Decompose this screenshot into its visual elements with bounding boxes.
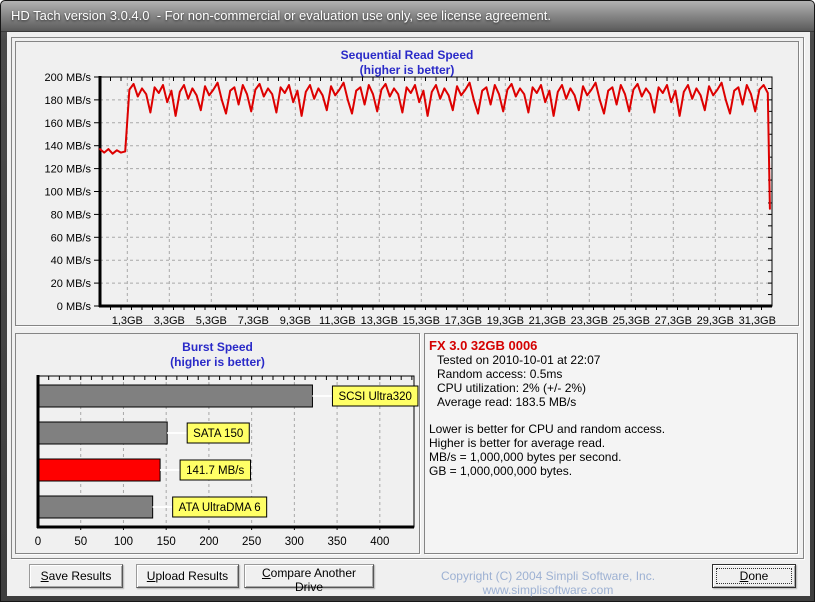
burst-chart-title: Burst Speed <box>16 340 419 354</box>
svg-text:7,3GB: 7,3GB <box>238 315 269 326</box>
note-line: Lower is better for CPU and random acces… <box>425 422 797 436</box>
sequential-read-panel: Sequential Read Speed (higher is better)… <box>15 41 799 326</box>
burst-chart-subtitle: (higher is better) <box>16 355 419 369</box>
svg-text:5,3GB: 5,3GB <box>196 315 227 326</box>
sequential-read-chart: 200 MB/s 180 MB/s 160 MB/s 140 MB/s 120 MB/s… <box>16 75 798 325</box>
note-line: GB = 1,000,000,000 bytes. <box>425 464 797 478</box>
svg-text:0 MB/s: 0 MB/s <box>57 301 92 313</box>
svg-text:250: 250 <box>242 536 261 548</box>
results-panel: FX 3.0 32GB 0006 Tested on 2010-10-01 at… <box>424 333 798 554</box>
svg-text:SATA 150: SATA 150 <box>193 428 243 440</box>
note-line: Higher is better for average read. <box>425 436 797 450</box>
svg-text:15,3GB: 15,3GB <box>403 315 440 326</box>
burst-speed-chart: SCSI Ultra320 SATA 150 141.7 MB/s ATA Ultra… <box>16 374 419 551</box>
svg-text:25,3GB: 25,3GB <box>613 315 650 326</box>
svg-text:400: 400 <box>370 536 389 548</box>
svg-text:17,3GB: 17,3GB <box>445 315 482 326</box>
result-average-read: Average read: 183.5 MB/s <box>425 395 797 409</box>
svg-text:141.7 MB/s: 141.7 MB/s <box>186 465 244 477</box>
svg-text:23,3GB: 23,3GB <box>571 315 608 326</box>
svg-text:300: 300 <box>285 536 304 548</box>
svg-text:350: 350 <box>327 536 346 548</box>
note-line: MB/s = 1,000,000 bytes per second. <box>425 450 797 464</box>
svg-text:60 MB/s: 60 MB/s <box>51 232 92 244</box>
svg-text:120 MB/s: 120 MB/s <box>45 164 92 176</box>
svg-text:ATA UltraDMA 6: ATA UltraDMA 6 <box>179 502 261 514</box>
svg-text:100: 100 <box>114 536 133 548</box>
svg-text:20 MB/s: 20 MB/s <box>51 278 92 290</box>
svg-text:180 MB/s: 180 MB/s <box>45 95 92 107</box>
svg-text:3,3GB: 3,3GB <box>154 315 185 326</box>
window-title: HD Tach version 3.0.4.0 - For non-commer… <box>11 8 551 23</box>
svg-text:11,3GB: 11,3GB <box>319 315 356 326</box>
svg-text:0: 0 <box>35 536 41 548</box>
done-button[interactable]: Done <box>712 564 796 588</box>
svg-text:100 MB/s: 100 MB/s <box>45 187 92 199</box>
seq-chart-title: Sequential Read Speed <box>16 48 798 62</box>
svg-text:19,3GB: 19,3GB <box>487 315 524 326</box>
svg-text:160 MB/s: 160 MB/s <box>45 118 92 130</box>
svg-text:13,3GB: 13,3GB <box>361 315 398 326</box>
title-bar[interactable]: HD Tach version 3.0.4.0 - For non-commer… <box>1 1 814 32</box>
svg-text:9,3GB: 9,3GB <box>280 315 311 326</box>
drive-name: FX 3.0 32GB 0006 <box>425 334 797 353</box>
result-tested-on: Tested on 2010-10-01 at 22:07 <box>425 353 797 367</box>
svg-text:27,3GB: 27,3GB <box>655 315 692 326</box>
svg-text:SCSI Ultra320: SCSI Ultra320 <box>338 391 412 403</box>
svg-text:29,3GB: 29,3GB <box>697 315 734 326</box>
svg-text:50: 50 <box>74 536 87 548</box>
svg-text:31,3GB: 31,3GB <box>739 315 776 326</box>
svg-text:150: 150 <box>157 536 176 548</box>
svg-text:200: 200 <box>199 536 218 548</box>
result-cpu-utilization: CPU utilization: 2% (+/- 2%) <box>425 381 797 395</box>
compare-another-drive-button[interactable]: Compare Another Drive <box>244 564 374 588</box>
save-results-button[interactable]: Save Results <box>29 564 123 588</box>
copyright-text: Copyright (C) 2004 Simpli Software, Inc.… <box>389 569 707 597</box>
burst-speed-panel: Burst Speed (higher is better) SCSI Ultr… <box>15 333 420 554</box>
app-window: HD Tach version 3.0.4.0 - For non-commer… <box>0 0 815 602</box>
result-random-access: Random access: 0.5ms <box>425 367 797 381</box>
svg-text:21,3GB: 21,3GB <box>529 315 566 326</box>
client-area: Sequential Read Speed (higher is better)… <box>7 32 810 596</box>
main-panel: Sequential Read Speed (higher is better)… <box>11 37 804 559</box>
svg-text:80 MB/s: 80 MB/s <box>51 209 92 221</box>
svg-text:1,3GB: 1,3GB <box>112 315 143 326</box>
svg-text:140 MB/s: 140 MB/s <box>45 141 92 153</box>
svg-text:200 MB/s: 200 MB/s <box>45 72 92 84</box>
upload-results-button[interactable]: Upload Results <box>136 564 239 588</box>
result-notes: Lower is better for CPU and random acces… <box>425 422 797 478</box>
svg-text:40 MB/s: 40 MB/s <box>51 255 92 267</box>
